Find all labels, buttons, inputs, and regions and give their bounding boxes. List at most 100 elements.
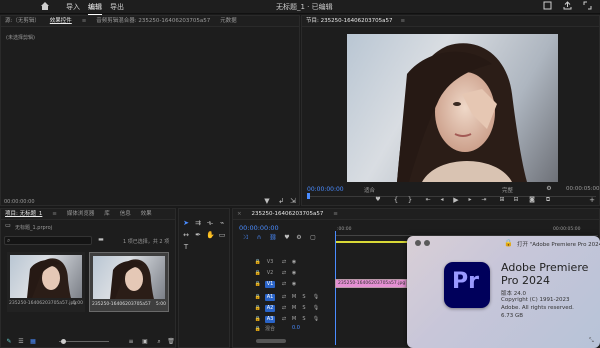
mute-icon[interactable]: M (290, 316, 298, 323)
lift-icon[interactable]: ⊞ (498, 196, 506, 204)
hand-tool-icon[interactable]: ✋ (206, 231, 215, 239)
program-timecode[interactable]: 00:00:00:00 (307, 186, 344, 193)
quality-dropdown[interactable]: 完整 (502, 186, 513, 194)
solo-icon[interactable]: S (300, 294, 308, 301)
menu-icon[interactable]: ≡ (329, 209, 342, 219)
tab-effect-controls[interactable]: 效果控件 (46, 16, 76, 26)
snap-icon[interactable]: ∩ (255, 234, 263, 242)
add-marker-icon[interactable]: ♥ (283, 234, 291, 242)
fit-dropdown[interactable]: 适合 (364, 186, 375, 194)
eye-icon[interactable]: ◉ (290, 270, 298, 277)
tab-metadata[interactable]: 元数据 (216, 16, 241, 26)
lock-icon[interactable]: 🔒 (254, 259, 262, 266)
close-icon[interactable] (415, 240, 421, 246)
new-item-icon[interactable]: ▣ (141, 338, 149, 346)
zoom-slider-handle[interactable] (61, 339, 66, 344)
mic-icon[interactable]: 🎙 (312, 305, 320, 312)
trash-icon[interactable]: 🗑 (167, 338, 175, 346)
mic-icon[interactable]: 🎙 (312, 294, 320, 301)
tab-project[interactable]: 项目: 无标题_1 (1, 209, 46, 219)
wrench-icon[interactable]: ⚙ (295, 234, 303, 242)
lock-icon[interactable]: 🔒 (254, 326, 262, 333)
mark-in-icon[interactable]: { (392, 196, 400, 204)
timeline-clip[interactable]: 235250-16406203705a57.jpg (335, 279, 407, 288)
export-frame-icon[interactable]: ⇲ (289, 197, 297, 205)
timeline-scrollbar[interactable] (256, 339, 286, 343)
search-input[interactable]: ⌕ (4, 236, 92, 245)
maximize-icon[interactable] (583, 1, 592, 12)
ripple-edit-icon[interactable]: ⟛ (206, 219, 214, 227)
lock-icon[interactable]: 🔒 (254, 281, 262, 288)
sync-icon[interactable]: ⇄ (280, 305, 288, 312)
lock-icon[interactable]: 🔒 (254, 270, 262, 277)
go-to-out-icon[interactable]: ⇥ (480, 196, 488, 204)
sync-icon[interactable]: ⇄ (280, 294, 288, 301)
go-to-in-icon[interactable]: ⇤ (424, 196, 432, 204)
pen-tool-icon[interactable]: ✒ (194, 231, 202, 239)
tab-effects[interactable]: 效果 (137, 209, 156, 219)
menu-icon[interactable]: ≡ (78, 16, 91, 26)
comparison-icon[interactable]: ⧉ (544, 196, 552, 204)
workspace-icon[interactable] (543, 1, 552, 12)
tab-export[interactable]: 导出 (110, 2, 124, 12)
razor-icon[interactable]: ⌁ (218, 219, 226, 227)
tab-audio-mixer[interactable]: 音频剪辑混合器: 235250-16406203705a57 (92, 16, 214, 26)
find-icon[interactable]: ⌕ (155, 338, 163, 346)
zoom-slider[interactable] (59, 341, 109, 342)
share-icon[interactable] (563, 1, 572, 12)
camera-icon[interactable]: ◙ (528, 196, 536, 204)
track-label[interactable]: A2 (265, 305, 275, 312)
rectangle-tool-icon[interactable]: ▭ (218, 231, 226, 239)
step-forward-icon[interactable]: ▸ (466, 196, 474, 204)
sort-icon[interactable]: ≡ (127, 338, 135, 346)
tab-info[interactable]: 信息 (116, 209, 135, 219)
lock-icon[interactable]: 🔒 (254, 305, 262, 312)
nest-icon[interactable]: ⤨ (241, 234, 249, 242)
icon-view-icon[interactable]: ▦ (29, 338, 37, 346)
track-label[interactable]: V3 (265, 259, 275, 266)
pencil-icon[interactable]: ✎ (5, 338, 13, 346)
sync-icon[interactable]: ⇄ (280, 281, 288, 288)
tab-media-browser[interactable]: 媒体浏览器 (63, 209, 99, 219)
program-playhead[interactable] (307, 193, 310, 199)
tab-edit[interactable]: 编辑 (88, 2, 102, 15)
add-marker-icon[interactable]: ♥ (374, 196, 382, 204)
play-icon[interactable]: ▶ (452, 196, 460, 204)
menu-icon[interactable]: ≡ (396, 16, 409, 26)
track-label[interactable]: A3 (265, 316, 275, 323)
extract-icon[interactable]: ⊟ (512, 196, 520, 204)
solo-icon[interactable]: S (300, 316, 308, 323)
linked-selection-icon[interactable]: ⛓ (269, 234, 277, 242)
slip-tool-icon[interactable]: ↔ (182, 231, 190, 239)
filter-icon[interactable]: ▼ (263, 197, 271, 205)
return-icon[interactable]: ↲ (277, 197, 285, 205)
sync-icon[interactable]: ⇄ (280, 316, 288, 323)
new-bin-icon[interactable]: ▬ (97, 236, 105, 244)
track-label[interactable]: A1 (265, 294, 275, 301)
add-button-icon[interactable]: + (588, 196, 596, 204)
minimize-icon[interactable] (424, 240, 430, 246)
track-label[interactable]: V2 (265, 270, 275, 277)
mic-icon[interactable]: 🎙 (312, 316, 320, 323)
captions-icon[interactable]: ▢ (309, 234, 317, 242)
eye-icon[interactable]: ◉ (290, 281, 298, 288)
tab-sequence[interactable]: 235250-16406203705a57 (248, 209, 328, 219)
track-label[interactable]: V1 (265, 281, 275, 288)
mute-icon[interactable]: M (290, 294, 298, 301)
lock-icon[interactable]: 🔒 (254, 316, 262, 323)
eye-icon[interactable]: ◉ (290, 259, 298, 266)
tab-source[interactable]: 源:（无剪辑） (1, 16, 44, 26)
settings-icon[interactable]: ⚙ (545, 185, 553, 193)
mark-out-icon[interactable]: } (406, 196, 414, 204)
tab-libraries[interactable]: 库 (100, 209, 114, 219)
tab-import[interactable]: 导入 (66, 2, 80, 12)
timeline-timecode[interactable]: 00:00:00:00 (239, 224, 279, 232)
lock-icon[interactable]: 🔒 (254, 294, 262, 301)
track-select-icon[interactable]: ⇉ (194, 219, 202, 227)
close-icon[interactable]: × (233, 209, 246, 219)
list-view-icon[interactable]: ☰ (17, 338, 25, 346)
master-volume[interactable]: 0.0 (292, 325, 300, 331)
sync-icon[interactable]: ⇄ (280, 270, 288, 277)
resize-icon[interactable]: ⤡ (589, 337, 594, 345)
project-item[interactable]: 235250-16406203705a57.jpg 5:00 (7, 252, 85, 312)
